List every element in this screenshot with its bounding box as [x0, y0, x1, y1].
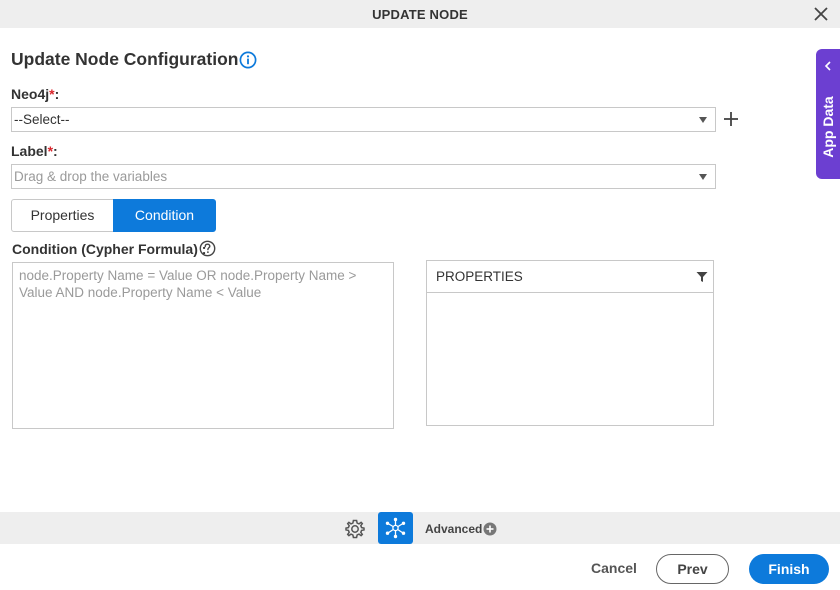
dialog-title: UPDATE NODE — [372, 7, 468, 22]
info-icon[interactable] — [239, 51, 257, 69]
advanced-label[interactable]: Advanced — [425, 522, 482, 536]
label-colon: : — [54, 86, 60, 102]
label-drop-field[interactable]: Drag & drop the variables — [11, 164, 716, 189]
bottom-toolbar: Advanced — [0, 512, 840, 544]
filter-icon[interactable] — [696, 271, 708, 283]
app-data-tab[interactable]: App Data — [816, 49, 840, 179]
gear-icon[interactable] — [344, 518, 366, 540]
properties-panel-title: PROPERTIES — [436, 269, 523, 284]
plus-icon[interactable] — [722, 110, 740, 128]
cancel-button[interactable]: Cancel — [582, 560, 646, 580]
chevron-left-icon — [824, 61, 831, 71]
neo4j-select-value: --Select-- — [14, 112, 70, 127]
label-colon: : — [53, 143, 58, 159]
app-data-label: App Data — [820, 96, 836, 158]
label-field-label-text: Label — [11, 143, 48, 159]
tab-properties[interactable]: Properties — [11, 199, 114, 232]
label-drop-placeholder: Drag & drop the variables — [14, 169, 168, 184]
dialog-title-bar: UPDATE NODE — [0, 0, 840, 28]
prev-button[interactable]: Prev — [656, 554, 729, 584]
close-icon[interactable] — [812, 5, 830, 23]
finish-button[interactable]: Finish — [749, 554, 829, 584]
tab-condition[interactable]: Condition — [113, 199, 216, 232]
condition-formula-input[interactable]: node.Property Name = Value OR node.Prope… — [12, 262, 394, 429]
node-network-icon — [385, 517, 406, 539]
properties-panel-header: PROPERTIES — [427, 261, 713, 293]
label-field-label: Label*: — [11, 143, 58, 159]
neo4j-label: Neo4j*: — [11, 86, 59, 102]
chevron-down-icon — [699, 117, 707, 123]
neo4j-select[interactable]: --Select-- — [11, 107, 716, 132]
question-circle-icon[interactable] — [199, 240, 216, 257]
node-config-button[interactable] — [378, 512, 413, 544]
chevron-down-icon — [699, 174, 707, 180]
page-title: Update Node Configuration — [11, 49, 239, 69]
neo4j-label-text: Neo4j — [11, 86, 50, 102]
condition-placeholder: node.Property Name = Value OR node.Prope… — [19, 268, 357, 300]
properties-panel: PROPERTIES — [426, 260, 714, 426]
condition-label: Condition (Cypher Formula) : — [12, 241, 207, 257]
plus-circle-icon[interactable] — [483, 522, 497, 536]
